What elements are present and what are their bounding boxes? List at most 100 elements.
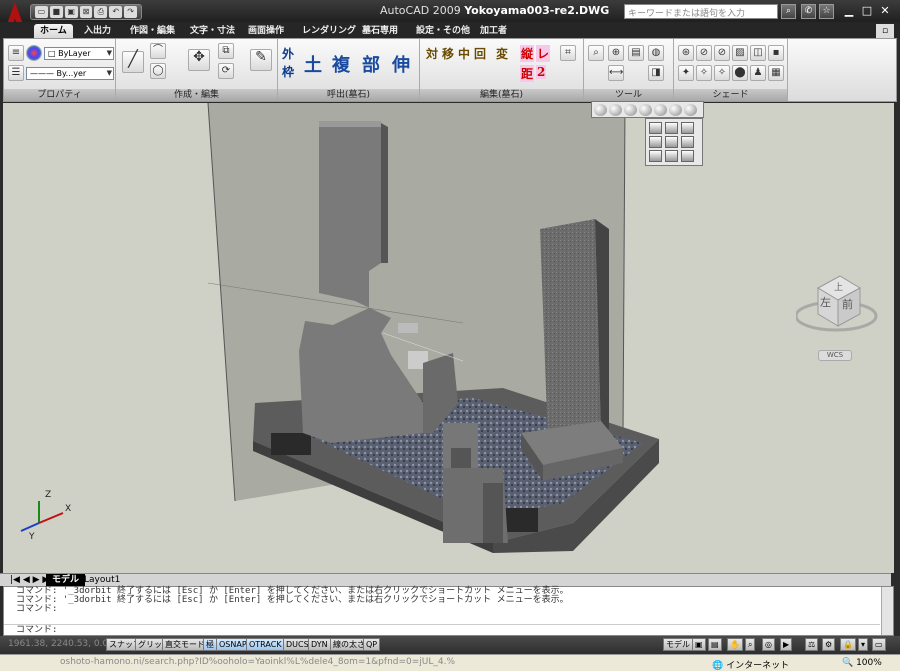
brush-icon[interactable]: ✎ (250, 49, 272, 71)
visual-style-icon[interactable]: ◨ (648, 65, 664, 81)
properties-tomb-icon[interactable]: ⌗ (560, 45, 576, 61)
toolbar-shade-5-icon[interactable] (654, 104, 667, 116)
properties-panel-label[interactable]: プロパティ (4, 89, 115, 101)
search-icon[interactable]: ⌕ (781, 4, 796, 19)
tab-tombstone[interactable]: 墓石専用 (356, 24, 404, 38)
workspace-icon[interactable]: ⚙ (822, 638, 836, 651)
part-button[interactable]: 部 (362, 51, 380, 77)
undo-icon[interactable]: ↶ (109, 6, 123, 18)
shade-9-icon[interactable]: ✧ (714, 65, 730, 81)
linetype-dropdown[interactable]: ——— By...yer (26, 67, 114, 80)
coordinate-display[interactable]: 1961.38, 2240.53, 0.00 (8, 639, 114, 649)
extend-button[interactable]: 伸 (392, 51, 410, 77)
status-menu-icon[interactable]: ▾ (858, 638, 869, 651)
view-left-icon[interactable] (681, 122, 694, 134)
rotate-tomb-button[interactable]: 回 (474, 45, 486, 62)
shade-7-icon[interactable]: ✦ (678, 65, 694, 81)
annotation-scale-icon[interactable]: ⚖ (805, 638, 819, 651)
tab-rendering[interactable]: レンダリング (296, 24, 362, 38)
duplicate-button[interactable]: 複 (332, 51, 350, 77)
communication-center-icon[interactable]: ✆ (801, 4, 816, 19)
command-scrollbar[interactable] (881, 587, 893, 635)
shade-2-icon[interactable]: ⊘ (696, 45, 712, 61)
color-wheel-icon[interactable] (26, 45, 42, 61)
ribbon-minimize-button[interactable]: ▫ (876, 24, 895, 38)
toolbar-shade-1-icon[interactable] (594, 104, 607, 116)
double-button[interactable]: 2 (536, 65, 547, 79)
dyn-toggle[interactable]: DYN (308, 638, 331, 651)
change-button[interactable]: 変 (496, 45, 508, 62)
edit-tombstone-panel-label[interactable]: 編集(墓石) (420, 89, 583, 101)
toolbar-shade-6-icon[interactable] (669, 104, 682, 116)
move-tomb-button[interactable]: 移 (442, 45, 454, 62)
ortho-toggle[interactable]: 直交モード (162, 638, 208, 651)
zoom-status-icon[interactable]: ⌕ (745, 638, 756, 651)
toolbar-shade-3-icon[interactable] (624, 104, 637, 116)
viewcube-left-face[interactable]: 左 (820, 296, 831, 309)
print-icon[interactable]: ⎙ (94, 6, 108, 18)
layer-icon[interactable]: ≡ (8, 45, 24, 61)
outer-frame-top-button[interactable]: 外 (282, 45, 294, 62)
redo-icon[interactable]: ↷ (124, 6, 138, 18)
minimize-button[interactable]: ▁ (842, 4, 856, 18)
sheet-icon[interactable]: ▤ (628, 45, 644, 61)
lamp-icon[interactable]: ♟ (750, 65, 766, 81)
vertical-button[interactable]: 縦 (520, 45, 535, 62)
favorites-icon[interactable]: ☆ (819, 4, 834, 19)
qp-toggle[interactable]: QP (363, 638, 381, 651)
tab-view-operations[interactable]: 画面操作 (242, 24, 290, 38)
render-icon[interactable]: ▦ (768, 65, 784, 81)
close-button[interactable]: ✕ (878, 4, 892, 18)
orbit-icon[interactable]: ◍ (648, 45, 664, 61)
tab-home[interactable]: ホーム (34, 24, 73, 38)
color-dropdown[interactable]: □ ByLayer (44, 47, 114, 60)
layout-list-icon[interactable]: ▤ (708, 638, 722, 651)
maximize-button[interactable]: □ (860, 4, 874, 18)
zoom-icon[interactable]: ⌕ (588, 45, 604, 61)
viewcube-front-face[interactable]: 前 (842, 297, 853, 311)
pan-icon[interactable]: ✋ (727, 638, 743, 651)
view-bottom-icon[interactable] (665, 122, 678, 134)
model-space-button[interactable]: モデル (663, 638, 693, 651)
viewcube[interactable]: 左 前 上 (794, 266, 886, 354)
view-top-icon[interactable] (649, 122, 662, 134)
view-se-iso-icon[interactable] (665, 150, 678, 162)
help-search-input[interactable]: キーワードまたは語句を入力 (624, 4, 778, 19)
shade-3-icon[interactable]: ⊘ (714, 45, 730, 61)
otrack-toggle[interactable]: OTRACK (246, 638, 285, 651)
line-icon[interactable]: ╱ (122, 51, 144, 73)
view-back-icon[interactable] (681, 136, 694, 148)
rotate-icon[interactable]: ⟳ (218, 63, 234, 79)
view-ne-iso-icon[interactable] (681, 150, 694, 162)
re-button[interactable]: レ (536, 45, 551, 62)
measure-icon[interactable]: ⟷ (608, 65, 624, 81)
tools-panel-label[interactable]: ツール (584, 89, 673, 101)
toolbar-orbit-icon[interactable] (684, 104, 697, 116)
save-icon[interactable]: ■ (49, 6, 63, 18)
circle-icon[interactable]: ◯ (150, 63, 166, 79)
polyline-icon[interactable]: ⌒ (150, 43, 166, 59)
shade-10-icon[interactable]: ⬤ (732, 65, 748, 81)
copy-icon[interactable]: ⧉ (218, 43, 234, 59)
shade-6-icon[interactable]: ▪ (768, 45, 784, 61)
lock-icon[interactable]: 🔒 (840, 638, 856, 651)
mirror-button[interactable]: 対 (426, 45, 438, 62)
publish-icon[interactable]: ⊠ (79, 6, 93, 18)
lineweight-icon[interactable]: ☰ (8, 65, 24, 81)
steeringwheel-icon[interactable]: ◎ (762, 638, 775, 651)
view-sw-iso-icon[interactable] (649, 150, 662, 162)
shade-panel-label[interactable]: シェード (674, 89, 787, 101)
saveas-icon[interactable]: ▣ (64, 6, 78, 18)
viewcube-top-face[interactable]: 上 (834, 282, 843, 293)
wcs-menu[interactable]: WCS (818, 350, 852, 361)
polar-toggle[interactable]: 極 (203, 638, 217, 651)
tab-draw-edit[interactable]: 作図・編集 (124, 24, 181, 38)
zoom-window-icon[interactable]: ⊕ (608, 45, 624, 61)
showmotion-icon[interactable]: ▶ (780, 638, 793, 651)
layout-view-icon[interactable]: ▣ (692, 638, 706, 651)
tab-layout1[interactable]: Layout1 (78, 574, 126, 586)
move-icon[interactable]: ✥ (188, 49, 210, 71)
tab-io[interactable]: 入出力 (78, 24, 117, 38)
toolbar-shade-4-icon[interactable] (639, 104, 652, 116)
drawing-canvas[interactable]: Z X Y 左 前 上 WCS (3, 103, 894, 573)
